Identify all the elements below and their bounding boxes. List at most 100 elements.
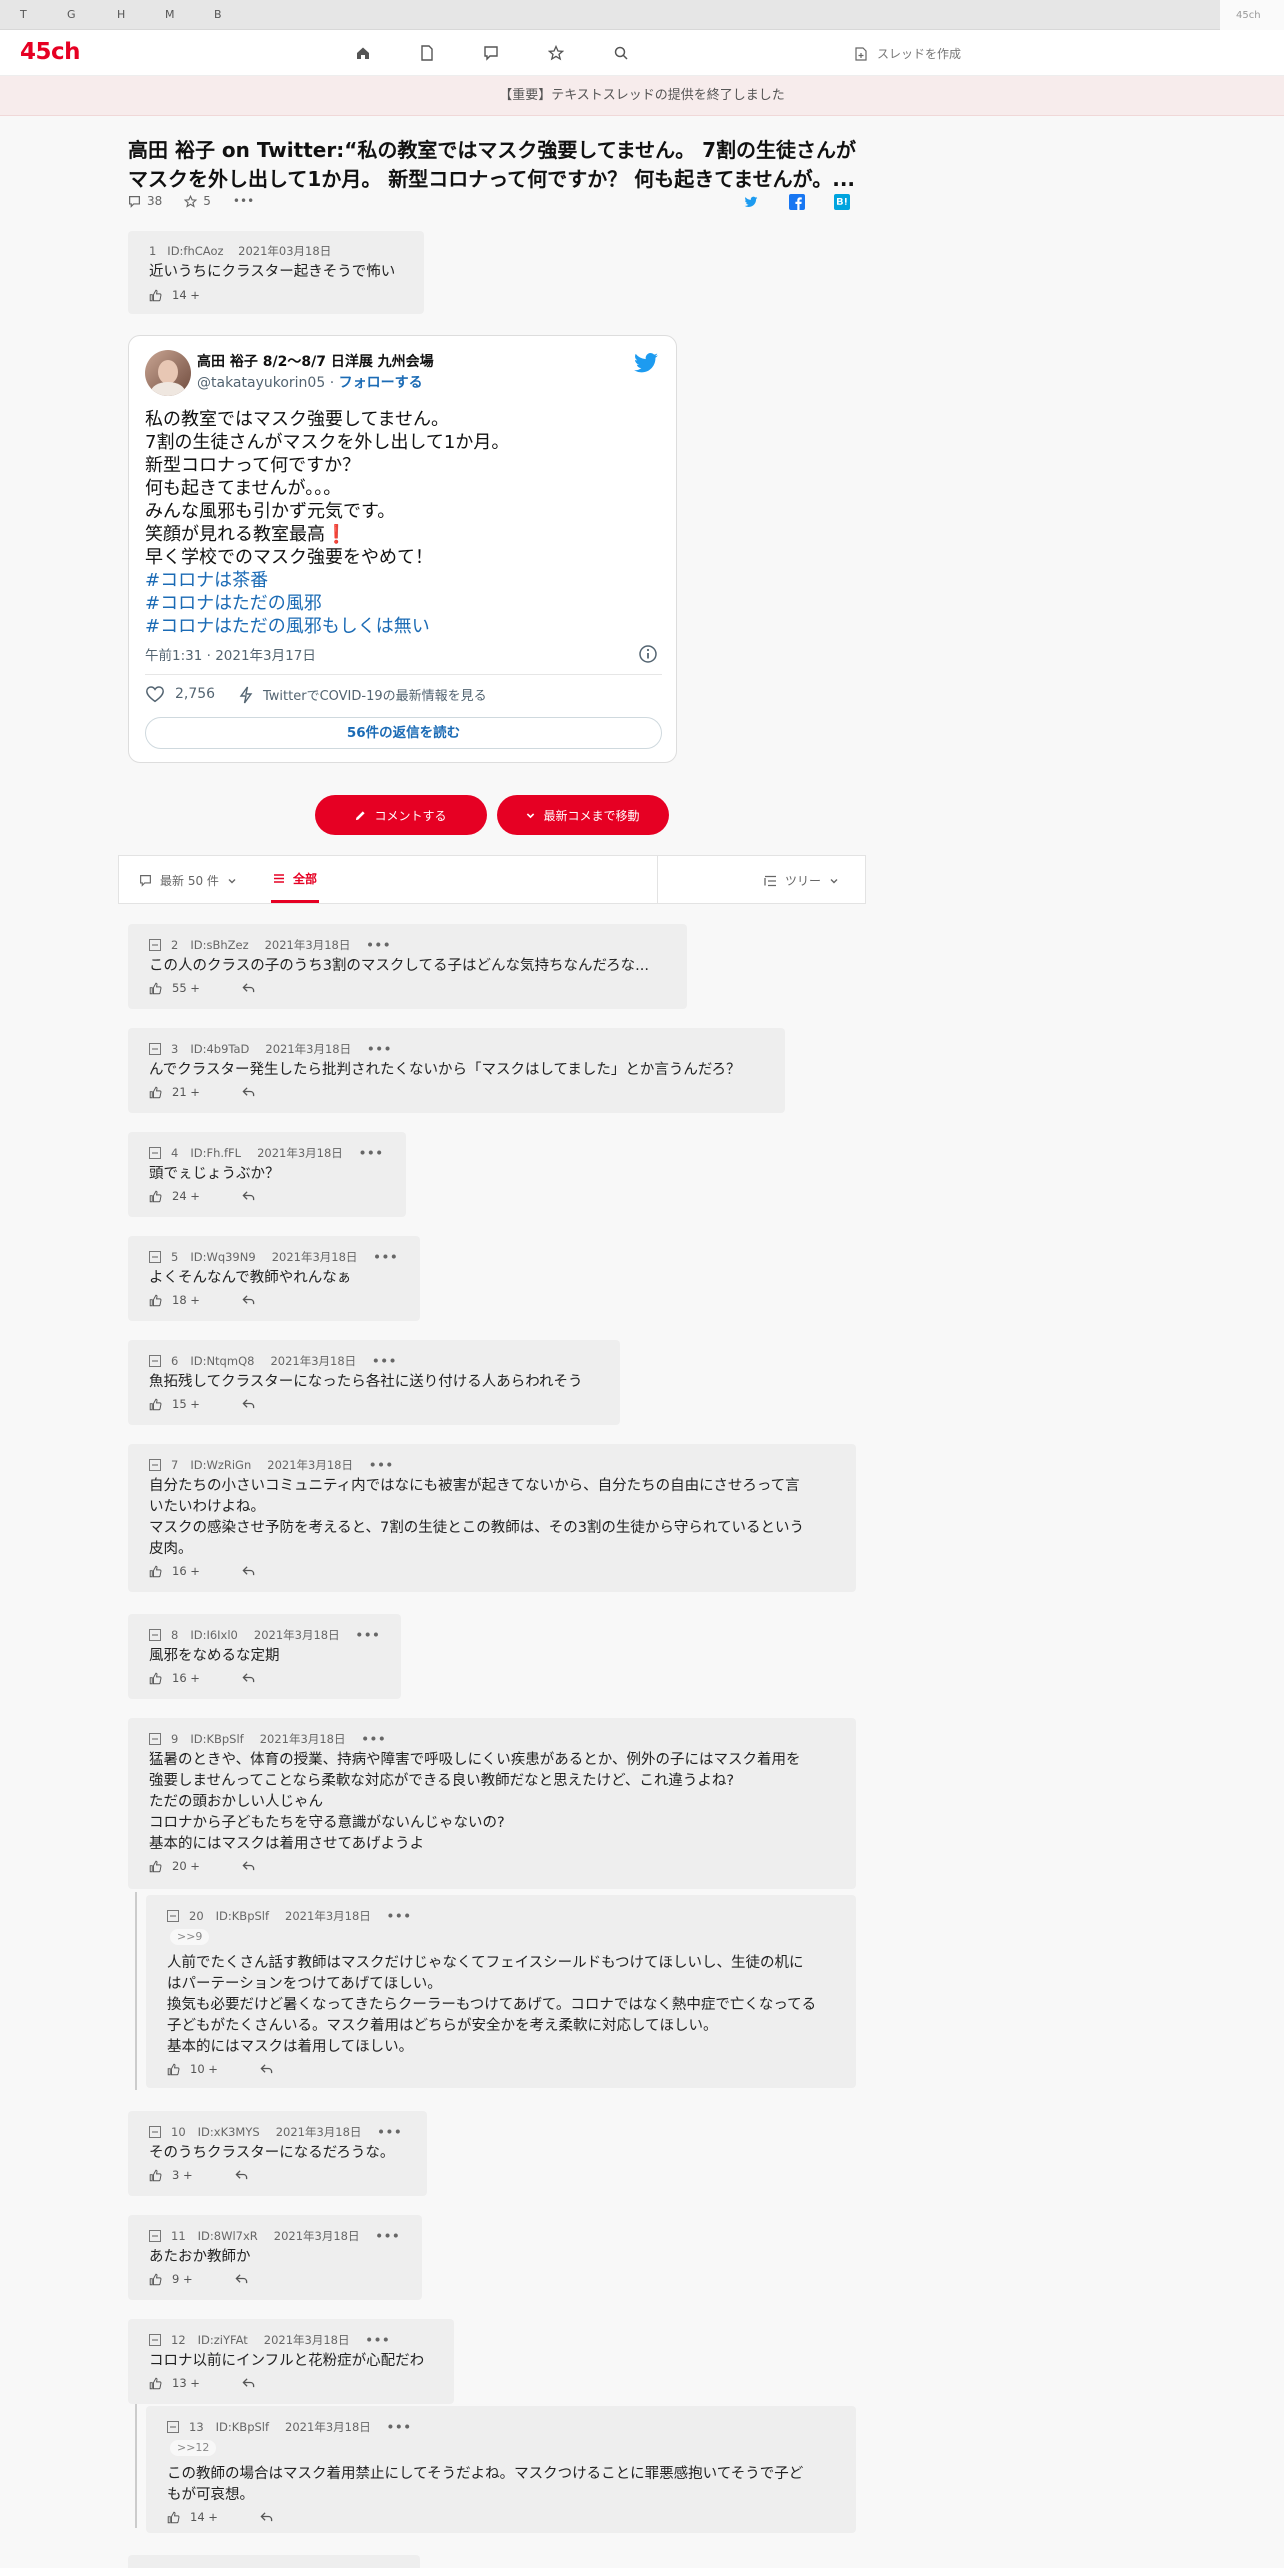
like-button[interactable]: 14 + — [167, 2510, 218, 2524]
star-icon[interactable] — [545, 42, 567, 64]
like-button[interactable]: 13 + — [149, 2376, 200, 2390]
post-id[interactable]: ID:NtqmQ8 — [190, 1354, 254, 1368]
post-id[interactable]: ID:xK3MYS — [198, 2125, 260, 2139]
tree-view-toggle[interactable]: ツリー — [764, 872, 839, 889]
like-button[interactable]: 9 + — [149, 2272, 193, 2286]
reply-icon[interactable] — [242, 1860, 255, 1872]
reply-icon[interactable] — [235, 2169, 248, 2181]
reply-icon[interactable] — [242, 1672, 255, 1684]
post-id[interactable]: ID:KBpSlf — [216, 1909, 269, 1923]
bookmark-m[interactable]: M — [165, 8, 175, 21]
tweet-handle[interactable]: @takatayukorin05 · — [197, 375, 334, 391]
post-id[interactable]: ID:8Wl7xR — [198, 2229, 258, 2243]
hashtag-link[interactable]: #コロナは茶番 — [145, 569, 509, 592]
like-button[interactable]: 18 + — [149, 1293, 200, 1307]
collapse-icon[interactable] — [149, 2230, 161, 2242]
like-button[interactable]: 10 + — [167, 2062, 218, 2076]
bookmark-h[interactable]: H — [117, 8, 125, 21]
post-menu-icon[interactable]: ••• — [366, 938, 391, 952]
reply-icon[interactable] — [242, 1086, 255, 1098]
home-icon[interactable] — [352, 42, 374, 64]
collapse-icon[interactable] — [149, 1459, 161, 1471]
comment-button[interactable]: コメントする — [315, 795, 487, 835]
hatena-share-icon[interactable] — [834, 194, 850, 210]
post-menu-icon[interactable]: ••• — [375, 2229, 400, 2243]
document-icon[interactable] — [416, 42, 438, 64]
post-id[interactable]: ID:fhCAoz — [167, 244, 223, 258]
bookmark-g[interactable]: G — [67, 8, 76, 21]
create-thread-button[interactable]: スレッドを作成 — [855, 45, 961, 62]
favorite-count[interactable]: 5 — [184, 194, 211, 208]
collapse-icon[interactable] — [149, 1147, 161, 1159]
hashtag-link[interactable]: #コロナはただの風邪 — [145, 592, 509, 615]
tab-all[interactable]: 全部 — [271, 856, 320, 903]
collapse-icon[interactable] — [149, 1629, 161, 1641]
post-menu-icon[interactable]: ••• — [356, 1628, 381, 1642]
post-id[interactable]: ID:KBpSlf — [190, 1732, 243, 1746]
covid-info-link[interactable]: TwitterでCOVID-19の最新情報を見る — [239, 685, 487, 704]
thread-more-button[interactable]: ••• — [233, 194, 254, 208]
collapse-icon[interactable] — [149, 1355, 161, 1367]
like-button[interactable]: 20 + — [149, 1859, 200, 1873]
like-button[interactable]: 14 + — [149, 288, 200, 302]
collapse-icon[interactable] — [167, 1910, 179, 1922]
post-menu-icon[interactable]: ••• — [372, 1354, 397, 1368]
post-menu-icon[interactable]: ••• — [361, 1732, 386, 1746]
collapse-icon[interactable] — [149, 2334, 161, 2346]
reply-anchor-link[interactable]: >>9 — [170, 1929, 210, 1945]
collapse-icon[interactable] — [149, 1733, 161, 1745]
collapse-icon[interactable] — [149, 1251, 161, 1263]
like-button[interactable]: 16 + — [149, 1564, 200, 1578]
like-button[interactable]: 16 + — [149, 1671, 200, 1685]
comment-icon[interactable] — [480, 42, 502, 64]
post-menu-icon[interactable]: ••• — [373, 1250, 398, 1264]
reply-icon[interactable] — [235, 2273, 248, 2285]
reply-icon[interactable] — [242, 1190, 255, 1202]
post-id[interactable]: ID:WzRiGn — [190, 1458, 251, 1472]
post-id[interactable]: ID:Wq39N9 — [190, 1250, 255, 1264]
reply-icon[interactable] — [242, 1398, 255, 1410]
reply-anchor-link[interactable]: >>12 — [170, 2440, 217, 2456]
info-icon[interactable] — [638, 644, 658, 664]
site-logo[interactable]: 45ch — [20, 39, 81, 65]
post-menu-icon[interactable]: ••• — [367, 1042, 392, 1056]
jump-latest-button[interactable]: 最新コメまで移動 — [497, 795, 669, 835]
reply-icon[interactable] — [242, 1294, 255, 1306]
reply-icon[interactable] — [260, 2511, 273, 2523]
like-button[interactable]: 55 + — [149, 981, 200, 995]
tab-recent[interactable]: 最新 50 件 — [139, 872, 237, 889]
comment-count[interactable]: 38 — [128, 194, 162, 208]
search-icon[interactable] — [610, 42, 632, 64]
reply-icon[interactable] — [242, 982, 255, 994]
facebook-share-icon[interactable] — [789, 194, 805, 210]
tweet-avatar[interactable] — [145, 350, 191, 396]
post-id[interactable]: ID:4b9TaD — [190, 1042, 249, 1056]
post-id[interactable]: ID:KBpSlf — [216, 2420, 269, 2434]
post-menu-icon[interactable]: ••• — [377, 2125, 402, 2139]
post-menu-icon[interactable]: ••• — [387, 2420, 412, 2434]
collapse-icon[interactable] — [167, 2421, 179, 2433]
twitter-share-icon[interactable] — [744, 194, 760, 210]
read-replies-button[interactable]: 56件の返信を読む — [145, 717, 662, 749]
like-button[interactable]: 24 + — [149, 1189, 200, 1203]
like-button[interactable]: 3 + — [149, 2168, 193, 2182]
post-menu-icon[interactable]: ••• — [369, 1458, 394, 1472]
tweet-timestamp[interactable]: 午前1:31 · 2021年3月17日 — [145, 644, 316, 664]
bookmark-b[interactable]: B — [214, 8, 222, 21]
post-id[interactable]: ID:sBhZez — [190, 938, 248, 952]
follow-link[interactable]: フォローする — [339, 375, 423, 391]
collapse-icon[interactable] — [149, 2126, 161, 2138]
post-menu-icon[interactable]: ••• — [365, 2333, 390, 2347]
post-menu-icon[interactable]: ••• — [359, 1146, 384, 1160]
reply-icon[interactable] — [260, 2063, 273, 2075]
reply-icon[interactable] — [242, 2377, 255, 2389]
reply-icon[interactable] — [242, 1565, 255, 1577]
like-button[interactable]: 21 + — [149, 1085, 200, 1099]
tweet-like-button[interactable]: 2,756 — [145, 685, 215, 703]
like-button[interactable]: 15 + — [149, 1397, 200, 1411]
collapse-icon[interactable] — [149, 1043, 161, 1055]
browser-tab[interactable]: 45ch — [1220, 0, 1284, 30]
bookmark-t[interactable]: T — [20, 8, 27, 21]
twitter-logo-icon[interactable] — [633, 350, 659, 376]
tweet-author-name[interactable]: 高田 裕子 8/2〜8/7 日洋展 九州会場 — [197, 351, 434, 371]
